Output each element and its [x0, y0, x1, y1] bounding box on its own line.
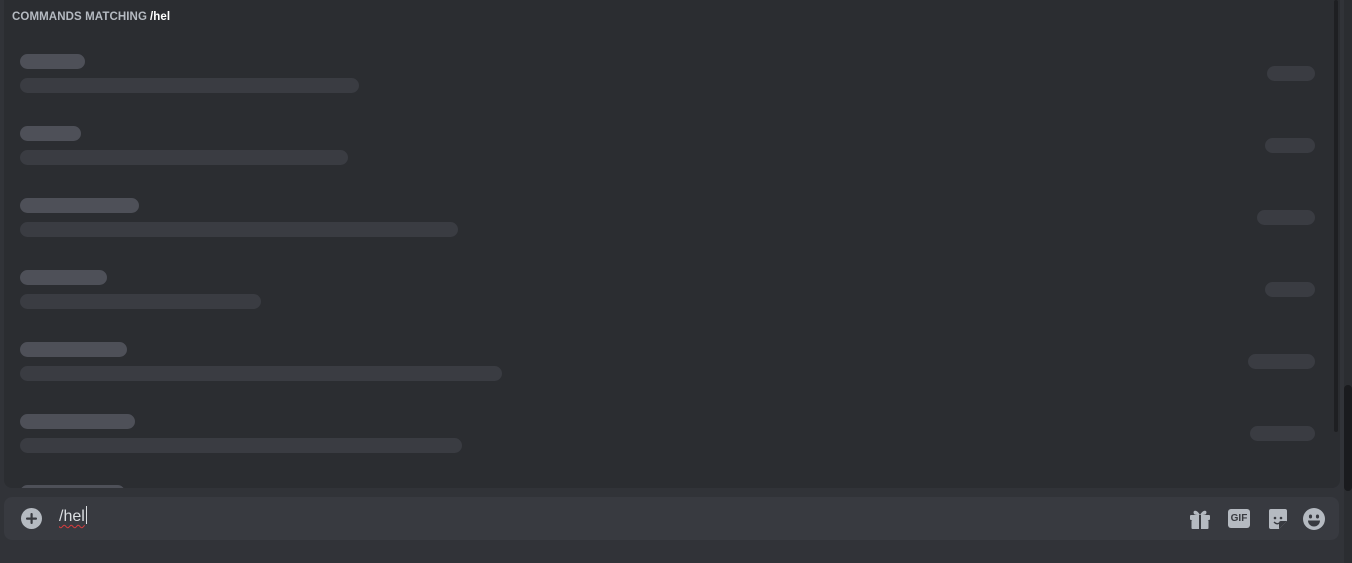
skeleton-command-description — [20, 78, 359, 93]
popup-scrollbar[interactable] — [1334, 0, 1338, 432]
skeleton-command-description — [20, 438, 462, 453]
skeleton-command-name — [20, 126, 81, 141]
emoji-button[interactable] — [1302, 507, 1326, 531]
sticker-button[interactable] — [1266, 507, 1290, 531]
gift-button[interactable] — [1188, 507, 1212, 531]
skeleton-command-source — [1267, 66, 1315, 81]
message-input[interactable]: /hel — [59, 506, 87, 528]
gif-button[interactable]: GIF — [1227, 507, 1251, 531]
skeleton-command-description — [20, 294, 261, 309]
plus-circle-icon — [26, 513, 37, 524]
message-composer: /hel GIF — [4, 497, 1339, 540]
message-input-text: /hel — [59, 508, 85, 525]
command-autocomplete-popup: COMMANDS MATCHING/hel — [4, 0, 1340, 488]
skeleton-command-name — [20, 414, 135, 429]
attach-button[interactable] — [21, 508, 42, 529]
skeleton-command-name — [20, 485, 125, 488]
gift-icon — [1190, 510, 1210, 529]
skeleton-command-source — [1265, 282, 1315, 297]
skeleton-command-source — [1265, 138, 1315, 153]
chat-scrollbar-thumb[interactable] — [1344, 385, 1352, 491]
chat-scrollbar[interactable] — [1344, 0, 1352, 563]
skeleton-command-name — [20, 342, 127, 357]
skeleton-command-source — [1248, 354, 1315, 369]
skeleton-command-source — [1257, 210, 1315, 225]
text-caret — [85, 506, 87, 524]
skeleton-command-name — [20, 198, 139, 213]
command-skeleton-list — [4, 0, 1340, 488]
smiley-emoji-icon — [1303, 508, 1325, 530]
skeleton-command-name — [20, 270, 107, 285]
sticker-icon — [1269, 509, 1287, 529]
skeleton-command-source — [1250, 426, 1315, 441]
gif-icon: GIF — [1228, 509, 1250, 528]
skeleton-command-description — [20, 366, 502, 381]
skeleton-command-description — [20, 150, 348, 165]
skeleton-command-description — [20, 222, 458, 237]
skeleton-command-name — [20, 54, 85, 69]
